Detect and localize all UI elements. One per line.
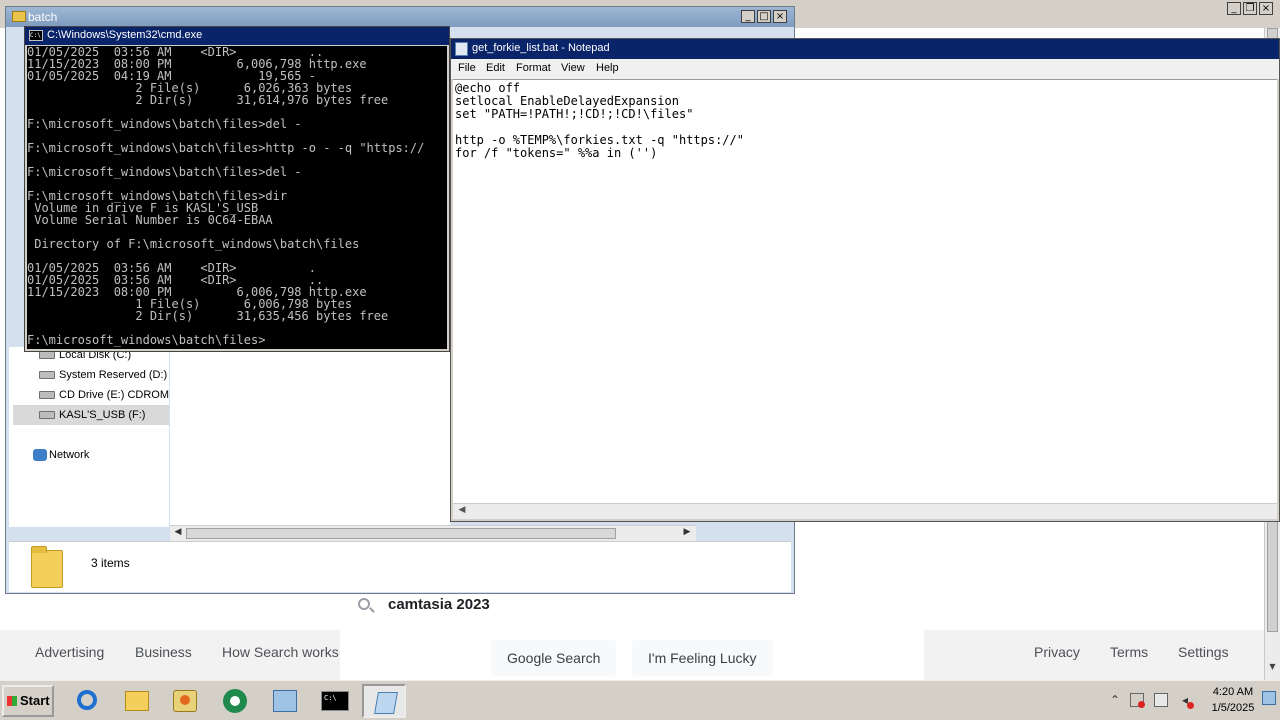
cmd-icon: C:\ [29,30,43,41]
taskbar-cmd[interactable]: C:\ [312,684,356,718]
camtasia-icon [223,689,247,713]
system-tray: ⌃ ◂ 4:20 AM 1/5/2025 [1108,683,1278,719]
taskbar: Start C:\ ⌃ ◂ 4:20 AM 1/5/2025 [0,680,1280,720]
volume-icon[interactable]: ◂ [1178,693,1194,709]
explorer-titlebar [6,7,794,27]
taskbar-internet-explorer[interactable] [64,684,108,718]
cmd-title: C:\Windows\System32\cmd.exe [47,29,203,41]
file-list-pane[interactable] [170,347,450,529]
footer-link-how-search-works[interactable]: How Search works [222,644,339,660]
clock-time[interactable]: 4:20 AM [1208,686,1258,698]
footer-link-advertising[interactable]: Advertising [35,644,104,660]
google-search-button[interactable]: Google Search [491,640,617,676]
scroll-right-arrow-icon[interactable]: ▶ [680,527,694,540]
menu-help[interactable]: Help [596,62,619,74]
clock-date[interactable]: 1/5/2025 [1208,702,1258,714]
start-button[interactable]: Start [2,685,54,717]
footer-link-privacy[interactable]: Privacy [1034,644,1080,660]
close-button[interactable]: × [1259,2,1273,15]
taskbar-camtasia[interactable] [212,684,256,718]
usb-drive-icon [39,411,55,419]
footer-link-business[interactable]: Business [135,644,192,660]
maximize-button[interactable]: □ [757,10,771,23]
notepad-window: get_forkie_list.bat - Notepad File Edit … [450,38,1280,522]
navigation-pane: Local Disk (C:) System Reserved (D:) CD … [9,347,169,527]
notepad-icon [455,42,468,56]
cmd-titlebar: C:\ C:\Windows\System32\cmd.exe [25,27,449,45]
explorer-window-controls: _ □ × [741,10,787,23]
windows-flag-icon [7,696,17,706]
google-buttons: Google Search I'm Feeling Lucky [340,630,924,680]
menu-format[interactable]: Format [516,62,551,74]
search-icon [358,598,370,610]
cmd-console[interactable]: 01/05/2025 03:56 AM <DIR> .. 11/15/2023 … [27,46,447,349]
start-label: Start [20,693,50,708]
folder-icon [31,546,63,588]
taskbar-explorer[interactable] [114,684,158,718]
drive-icon [39,351,55,359]
cd-drive-icon [39,391,55,399]
explorer-title: batch [28,10,58,24]
action-center-icon[interactable] [1130,693,1145,708]
minimize-button[interactable]: _ [1227,2,1241,15]
minimize-button[interactable]: _ [741,10,755,23]
scrollbar-thumb[interactable] [186,528,616,539]
scroll-left-arrow-icon[interactable]: ◀ [171,527,185,540]
footer-link-settings[interactable]: Settings [1178,644,1229,660]
notepad-menubar: File Edit Format View Help [451,59,1279,79]
feeling-lucky-button[interactable]: I'm Feeling Lucky [632,640,773,676]
network-icon[interactable] [1154,693,1168,707]
items-count: 3 items [91,556,130,570]
drive-icon [39,371,55,379]
menu-view[interactable]: View [561,62,585,74]
cmd-window: C:\ C:\Windows\System32\cmd.exe 01/05/20… [24,26,450,352]
search-query[interactable]: camtasia 2023 [388,596,490,613]
scroll-down-arrow-icon[interactable]: ▼ [1267,662,1278,674]
internet-explorer-icon [77,690,97,710]
google-search-box[interactable]: camtasia 2023 [340,590,924,630]
taskbar-media-player[interactable] [162,684,206,718]
nav-item-cd-drive-e[interactable]: CD Drive (E:) CDROM [13,385,169,405]
restore-button[interactable]: ❐ [1243,2,1257,15]
browser-window-controls: _ ❐ × [1227,2,1273,15]
taskbar-control-panel[interactable] [262,684,306,718]
nav-item-kasls-usb-f[interactable]: KASL'S_USB (F:) [13,405,169,425]
menu-file[interactable]: File [458,62,476,74]
media-player-icon [173,690,197,712]
horizontal-scrollbar[interactable]: ◀ ▶ [170,525,696,541]
close-button[interactable]: × [773,10,787,23]
details-pane: 3 items [9,541,791,592]
footer-link-terms[interactable]: Terms [1110,644,1148,660]
scroll-left-arrow-icon[interactable]: ◀ [455,505,469,518]
nav-item-network[interactable]: Network [13,445,169,465]
notepad-horizontal-scrollbar[interactable]: ◀ [453,503,1277,519]
editor-text: @echo off setlocal EnableDelayedExpansio… [455,81,744,160]
network-icon [33,449,47,461]
nav-item-system-reserved-d[interactable]: System Reserved (D:) [13,365,169,385]
menu-edit[interactable]: Edit [486,62,505,74]
notepad-title: get_forkie_list.bat - Notepad [472,42,610,54]
folder-icon [12,11,26,22]
notepad-editor[interactable]: @echo off setlocal EnableDelayedExpansio… [453,79,1277,504]
show-desktop-icon[interactable] [1262,691,1276,705]
taskbar-notepad[interactable] [362,684,406,718]
cmd-icon: C:\ [321,691,349,711]
control-panel-icon [273,690,297,712]
notepad-titlebar: get_forkie_list.bat - Notepad [451,39,1279,59]
notepad-icon [374,692,398,714]
chevron-up-icon[interactable]: ⌃ [1108,693,1122,707]
folder-icon [125,691,149,711]
console-output: 01/05/2025 03:56 AM <DIR> .. 11/15/2023 … [27,46,425,347]
